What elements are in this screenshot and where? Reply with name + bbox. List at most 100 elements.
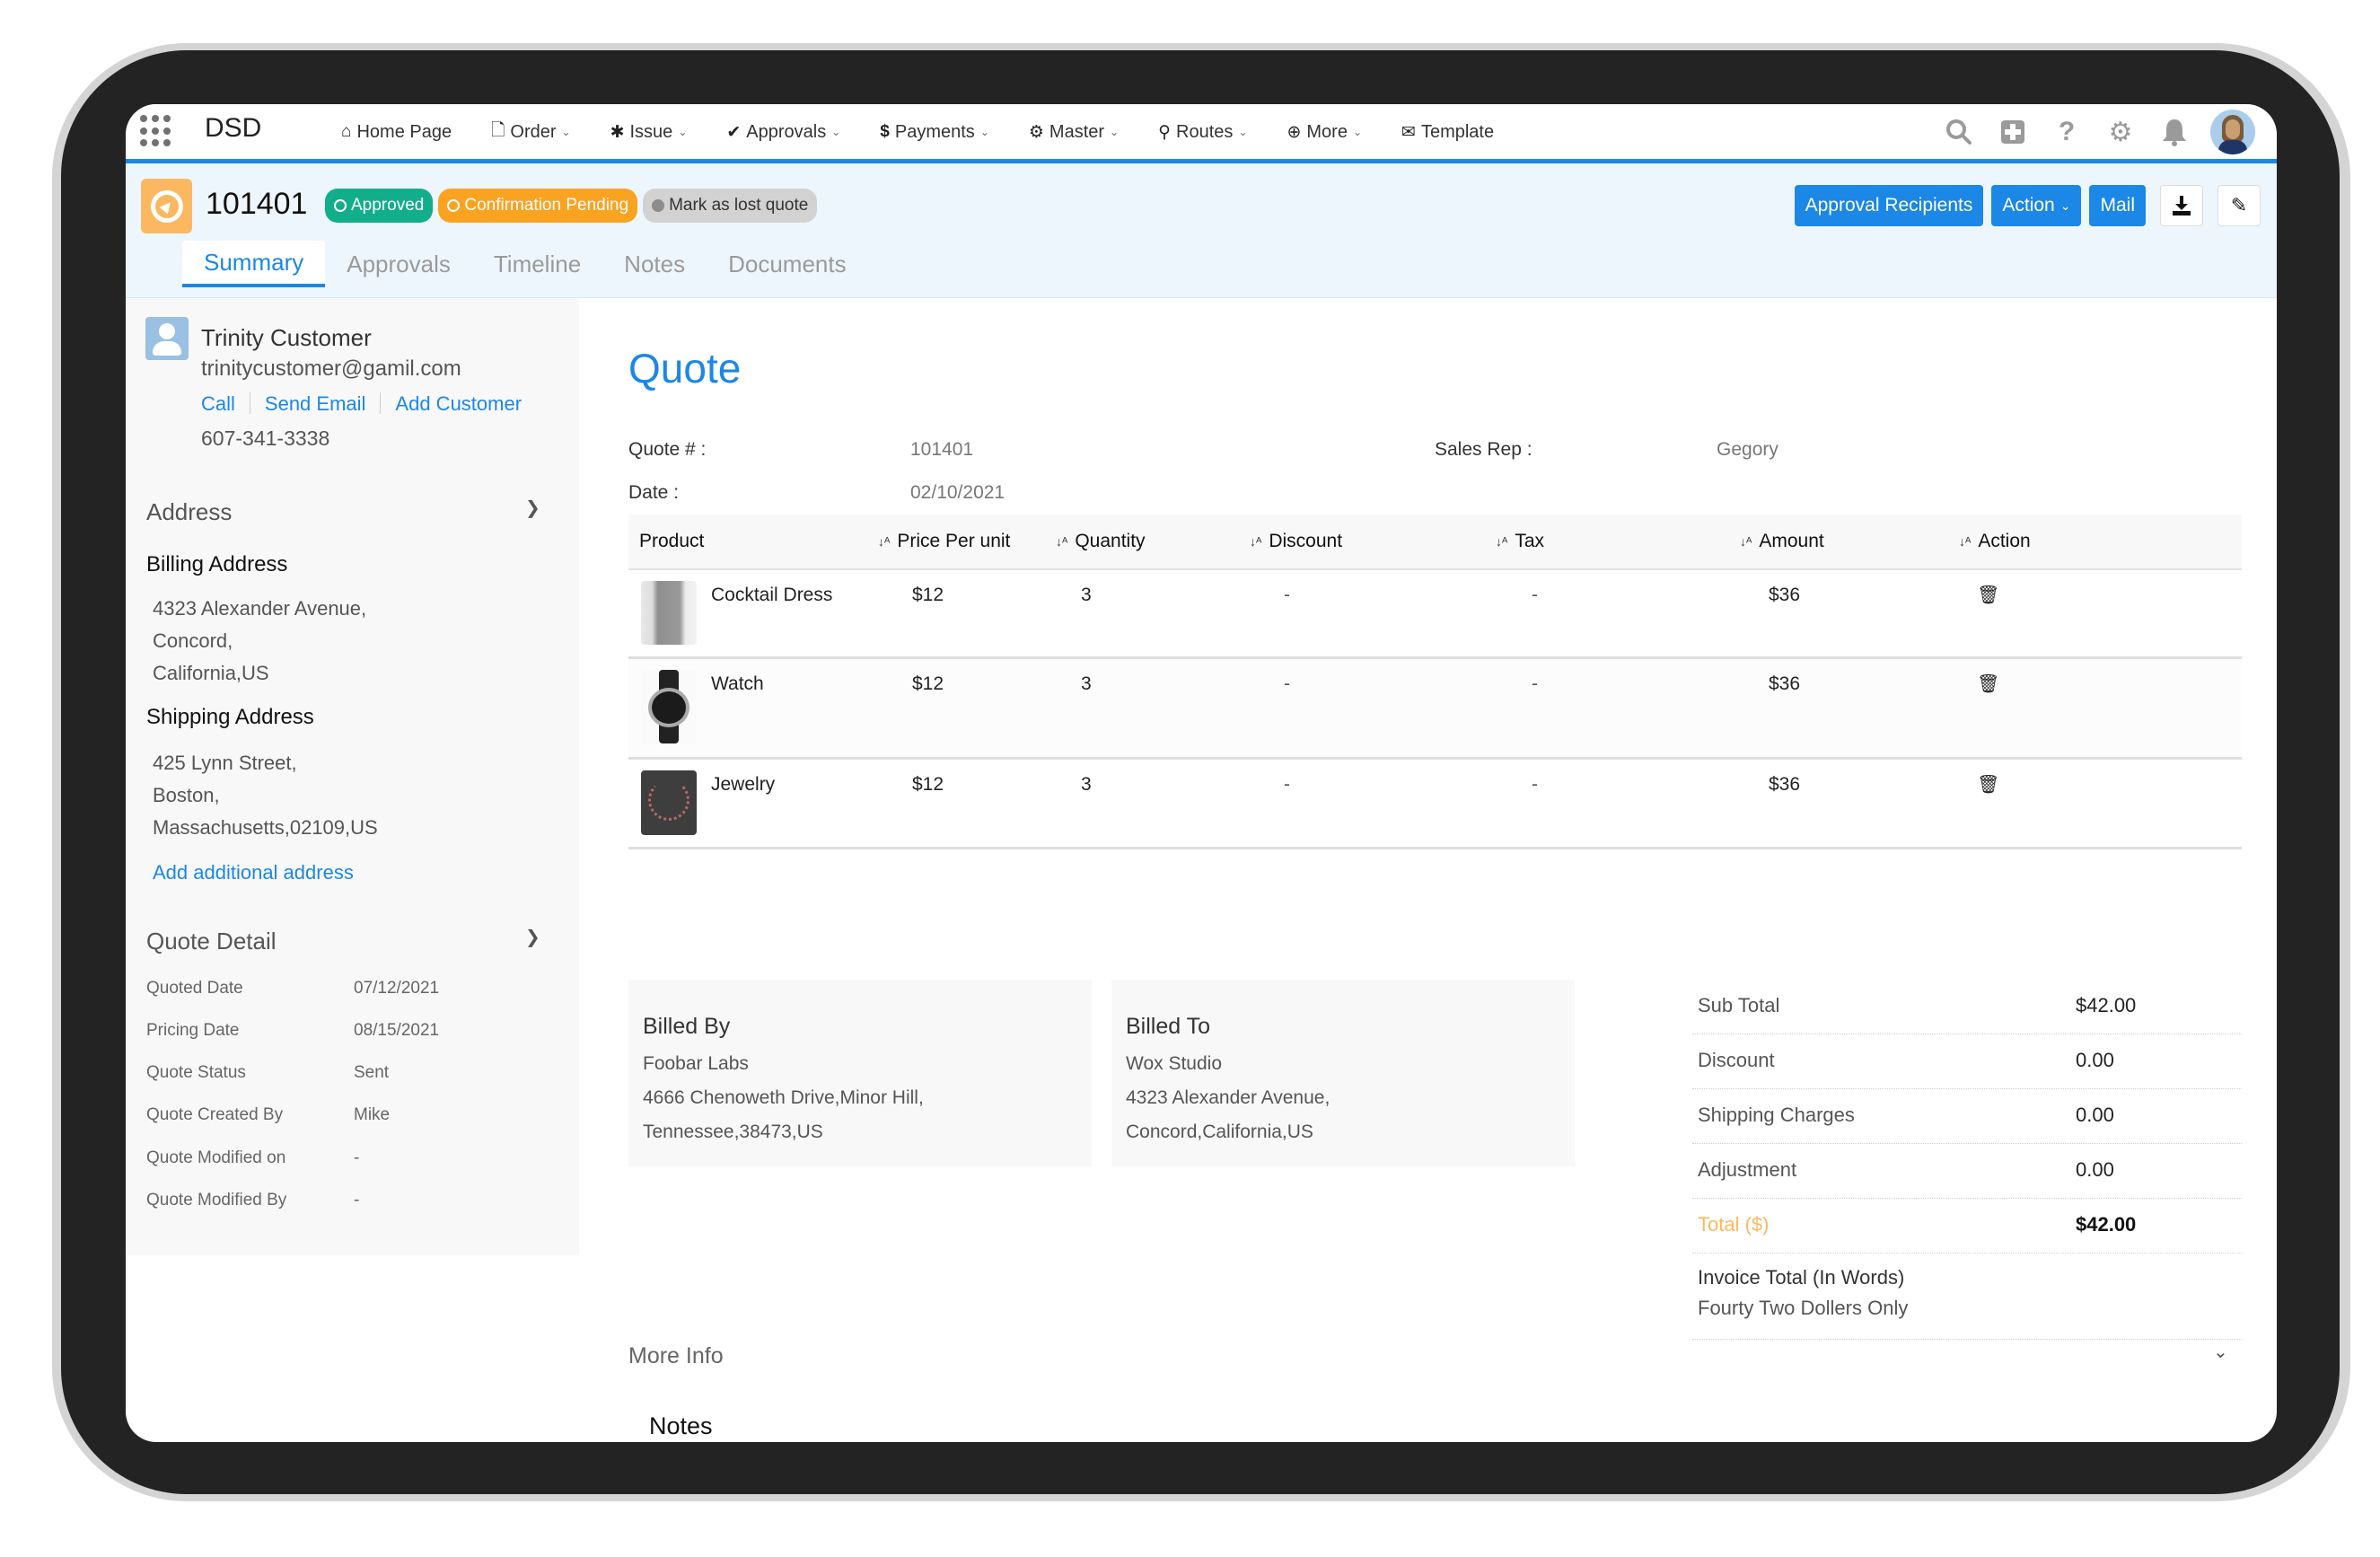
address-section-title: Address <box>146 498 233 525</box>
notes-title: Notes <box>649 1412 713 1439</box>
nav-item-label: Routes <box>1176 121 1234 142</box>
column-header-discount[interactable]: ↓ᴬ Discount <box>1250 531 1342 552</box>
tab-summary[interactable]: Summary <box>182 241 326 287</box>
chevron-down-icon[interactable]: ❯ <box>525 497 540 519</box>
column-header-price[interactable]: ↓ᴬ Price Per unit <box>878 531 1010 552</box>
send-email-link[interactable]: Send Email <box>265 392 366 416</box>
help-icon[interactable]: ? <box>2051 116 2083 148</box>
quote-number-value: 101401 <box>910 439 974 460</box>
billing-address-line: 4323 Alexander Avenue, <box>153 597 367 620</box>
trash-icon[interactable]: 🗑 <box>1977 673 1999 695</box>
sort-az-icon: ↓ᴬ <box>1496 533 1508 549</box>
nav-item-label: Master <box>1049 121 1105 142</box>
billed-to-card: Billed To Wox Studio 4323 Alexander Aven… <box>1111 980 1575 1166</box>
product-name: Watch <box>711 673 764 694</box>
nav-item-label: Payments <box>894 121 975 142</box>
nav-item-master[interactable]: ⚙ Master ⌄ <box>1029 122 1119 143</box>
nav-item-label: Order <box>510 121 557 142</box>
call-link[interactable]: Call <box>201 392 235 416</box>
nav-item-order[interactable]: 🗋 Order ⌄ <box>491 118 570 146</box>
mark-as-lost-button[interactable]: Mark as lost quote <box>643 189 818 223</box>
nav-item-label: Issue <box>629 121 673 142</box>
tab-notes[interactable]: Notes <box>602 241 707 287</box>
column-header-amount[interactable]: ↓ᴬ Amount <box>1740 531 1824 552</box>
nav-item-home-page[interactable]: ⌂ Home Page <box>341 122 452 143</box>
nav-item-issue[interactable]: ✱ Issue ⌄ <box>610 122 688 143</box>
add-customer-link[interactable]: Add Customer <box>395 392 522 416</box>
record-tabs: Summary Approvals Timeline Notes Documen… <box>182 241 868 287</box>
table-row: Jewelry $12 3 - - $36 🗑 <box>628 760 2242 849</box>
download-button[interactable] <box>2160 185 2203 226</box>
edit-button[interactable]: ✎ <box>2218 185 2261 226</box>
line-items-table: Product ↓ᴬ Price Per unit ↓ᴬ Quantity ↓ᴬ… <box>628 515 2242 849</box>
quote-detail-value: Sent <box>354 1063 390 1082</box>
tab-timeline[interactable]: Timeline <box>472 241 602 287</box>
gear-icon: ⚙ <box>1028 122 1044 142</box>
customer-sidebar: Trinity Customer trinitycustomer@gamil.c… <box>126 299 579 1255</box>
nav-item-approvals[interactable]: ✔ Approvals ⌄ <box>726 122 840 143</box>
search-icon[interactable] <box>1943 116 1975 148</box>
column-label: Action <box>1978 531 2031 551</box>
tab-approvals[interactable]: Approvals <box>325 241 472 287</box>
chevron-down-icon[interactable]: ⌄ <box>2213 1341 2228 1363</box>
column-header-quantity[interactable]: ↓ᴬ Quantity <box>1056 531 1146 552</box>
action-dropdown-button[interactable]: Action ⌄ <box>1991 185 2082 226</box>
totals-value: $42.00 <box>2076 994 2137 1016</box>
add-icon[interactable] <box>1997 116 2029 148</box>
totals-label: Sub Total <box>1698 994 1780 1016</box>
amount-cell: $36 <box>1769 585 1801 605</box>
nav-item-routes[interactable]: ⚲ Routes ⌄ <box>1158 122 1247 143</box>
subtotal-row: Sub Total $42.00 <box>1692 980 2242 1034</box>
billed-by-name: Foobar Labs <box>643 1053 749 1074</box>
column-header-action[interactable]: ↓ᴬ Action <box>1959 531 2031 552</box>
billed-to-title: Billed To <box>1126 1014 1211 1039</box>
nav-item-template[interactable]: ✉ Template <box>1401 122 1494 143</box>
discount-cell: - <box>1284 585 1290 605</box>
discount-cell: - <box>1284 774 1290 795</box>
mail-button[interactable]: Mail <box>2089 185 2146 226</box>
badge-label: Confirmation Pending <box>464 196 629 215</box>
nav-item-label: Home Page <box>356 121 452 142</box>
totals-label: Shipping Charges <box>1698 1104 1855 1126</box>
envelope-icon: ✉ <box>1401 122 1416 142</box>
column-header-tax[interactable]: ↓ᴬ Tax <box>1496 531 1544 552</box>
more-info-toggle[interactable]: More Info <box>628 1343 724 1369</box>
map-pin-icon: ⚲ <box>1158 122 1172 142</box>
billed-by-card: Billed By Foobar Labs 4666 Chenoweth Dri… <box>628 980 1092 1166</box>
sort-az-icon: ↓ᴬ <box>878 533 891 549</box>
billing-address-line: California,US <box>153 662 269 684</box>
settings-icon[interactable]: ⚙ <box>2104 116 2137 148</box>
nav-item-more[interactable]: ⊕ More ⌄ <box>1287 122 1362 143</box>
sort-az-icon: ↓ᴬ <box>1959 533 1972 549</box>
discount-row: Discount 0.00 <box>1692 1034 2242 1089</box>
trash-icon[interactable]: 🗑 <box>1977 773 1999 796</box>
chevron-down-icon: ⌄ <box>1110 126 1120 138</box>
shipping-address-line: Boston, <box>153 784 220 806</box>
record-header: 101401 Approved Confirmation Pending Mar… <box>126 163 2277 298</box>
badge-label: Approved <box>351 196 425 215</box>
sort-az-icon: ↓ᴬ <box>1056 533 1068 549</box>
chevron-down-icon: ⌄ <box>831 126 841 138</box>
download-icon <box>2173 196 2191 216</box>
bell-icon[interactable] <box>2158 116 2191 148</box>
add-additional-address-link[interactable]: Add additional address <box>153 861 354 884</box>
trash-icon[interactable]: 🗑 <box>1977 584 1999 606</box>
billed-by-address-line: Tennessee,38473,US <box>643 1122 823 1142</box>
approval-recipients-button[interactable]: Approval Recipients <box>1794 185 1984 226</box>
price-cell: $12 <box>912 673 944 694</box>
user-avatar[interactable] <box>2210 110 2255 154</box>
app-launcher-icon[interactable] <box>140 115 172 147</box>
badge-label: Mark as lost quote <box>669 196 809 215</box>
app-screen: DSD ⌂ Home Page 🗋 Order ⌄ ✱ Issue ⌄ ✔ Ap… <box>126 104 2277 1442</box>
tab-documents[interactable]: Documents <box>707 241 868 287</box>
billed-to-name: Wox Studio <box>1126 1053 1222 1074</box>
status-badges: Approved Confirmation Pending Mark as lo… <box>325 189 822 223</box>
adjustment-row: Adjustment 0.00 <box>1692 1144 2242 1199</box>
chevron-down-icon[interactable]: ❯ <box>525 926 540 948</box>
grand-total-row: Total ($) $42.00 <box>1692 1199 2242 1254</box>
quote-detail-label: Quote Created By <box>146 1105 284 1124</box>
sort-az-icon: ↓ᴬ <box>1740 533 1752 549</box>
column-header-product[interactable]: Product <box>639 531 704 552</box>
table-row: Cocktail Dress $12 3 - - $36 🗑 <box>628 570 2242 659</box>
nav-item-payments[interactable]: $ Payments ⌄ <box>880 122 989 143</box>
